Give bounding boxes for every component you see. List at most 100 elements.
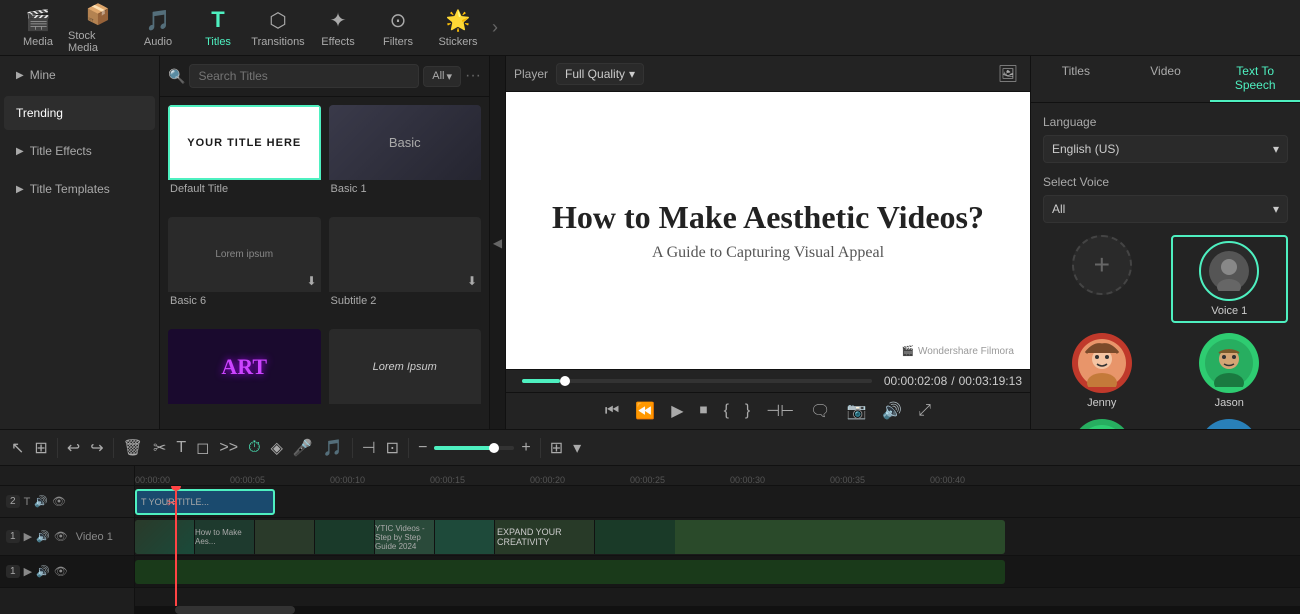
- tl-mask-btn[interactable]: ◈: [268, 435, 286, 461]
- sidebar-item-title-effects[interactable]: ▶ Title Effects: [4, 134, 155, 168]
- play-btn[interactable]: ▶: [667, 397, 687, 425]
- title-card-lorem[interactable]: Lorem Ipsum: [329, 329, 482, 421]
- toolbar-item-filters[interactable]: ⊙ Filters: [368, 3, 428, 53]
- quality-selector[interactable]: Full Quality ▾: [556, 63, 644, 85]
- voice-filter-chevron-icon: ▾: [1273, 202, 1279, 216]
- tl-undo-btn[interactable]: ↩: [64, 435, 83, 461]
- title-card-basic1[interactable]: Basic Basic 1: [329, 105, 482, 209]
- title-card-basic6[interactable]: Lorem ipsum ⬇ Basic 6: [168, 217, 321, 321]
- panel-collapse-btn[interactable]: ◀: [490, 56, 506, 429]
- tl-clip-btn[interactable]: ◻: [193, 435, 212, 461]
- zoom-slider[interactable]: [434, 446, 514, 450]
- toolbar-expand-btn[interactable]: ›: [492, 17, 498, 38]
- waveform-svg: // Generate waveform bars for(let i=0; i…: [135, 560, 1005, 584]
- tl-scissors-btn[interactable]: ✂: [150, 435, 169, 461]
- tl-cursor-btn[interactable]: ↖: [8, 435, 27, 461]
- fullscreen-btn[interactable]: ⤢: [914, 398, 935, 424]
- select-voice-label: Select Voice: [1043, 175, 1288, 189]
- v3-face-svg: [1078, 425, 1126, 429]
- lorem-label: [329, 404, 482, 410]
- voice-card-v3[interactable]: [1043, 419, 1161, 429]
- jason-avatar: [1199, 333, 1259, 393]
- voice-card-jenny[interactable]: Jenny: [1043, 333, 1161, 409]
- tab-video[interactable]: Video: [1121, 56, 1211, 102]
- track-visibility-btn[interactable]: 👁: [52, 495, 66, 508]
- tl-mic-btn[interactable]: 🎤: [290, 435, 316, 461]
- filter-dropdown[interactable]: All ▾: [423, 66, 461, 87]
- right-content: Language English (US) ▾ Select Voice All…: [1031, 103, 1300, 429]
- tl-speed-btn[interactable]: ⏱: [245, 436, 263, 460]
- toolbar-item-stock-media[interactable]: 📦 Stock Media: [68, 3, 128, 53]
- tl-audio-btn[interactable]: 🎵: [320, 435, 346, 461]
- video-track-label: Video 1: [76, 531, 113, 543]
- split-btn[interactable]: ⊣⊢: [762, 397, 798, 425]
- voice-card-voice1[interactable]: Voice 1: [1171, 235, 1289, 323]
- toolbar-item-stickers[interactable]: 🌟 Stickers: [428, 3, 488, 53]
- main-area: ▶ Mine Trending ▶ Title Effects ▶ Title …: [0, 56, 1300, 429]
- playhead[interactable]: [175, 486, 177, 606]
- voice-card-v4[interactable]: [1171, 419, 1289, 429]
- audio-play-btn[interactable]: ▶: [24, 565, 32, 578]
- mark-in-btn[interactable]: {: [720, 398, 733, 424]
- toolbar-item-audio[interactable]: 🎵 Audio: [128, 3, 188, 53]
- track-icon-btn[interactable]: T: [24, 496, 31, 508]
- tl-zoom-in-btn[interactable]: +: [518, 436, 533, 460]
- preview-area: Player Full Quality ▾ 🖼 How to Make Aest…: [506, 56, 1030, 429]
- tl-delete-btn[interactable]: 🗑: [120, 435, 146, 461]
- more-options-btn[interactable]: ···: [465, 67, 481, 85]
- track-vol-btn[interactable]: 🔊: [36, 530, 50, 543]
- audio-vol-btn[interactable]: 🔊: [36, 565, 50, 578]
- tl-split-btn[interactable]: ⊣: [359, 435, 379, 461]
- track-vis-btn[interactable]: 👁: [54, 530, 68, 543]
- rewind-btn[interactable]: ⏮: [601, 398, 623, 424]
- toolbar-item-media[interactable]: 🎬 Media: [8, 3, 68, 53]
- jenny-face-svg: [1078, 339, 1126, 387]
- right-tabs: Titles Video Text To Speech: [1031, 56, 1300, 103]
- toolbar-item-titles[interactable]: T Titles: [188, 3, 248, 53]
- progress-bar[interactable]: [522, 379, 872, 383]
- video-clip[interactable]: How to Make Aes... YTIC Videos - Step by…: [135, 520, 1005, 554]
- timeline-scroll-thumb[interactable]: [175, 606, 295, 614]
- tl-pip-btn[interactable]: ⊡: [383, 435, 402, 461]
- sidebar-item-trending[interactable]: Trending: [4, 96, 155, 130]
- tl-more-btn[interactable]: ▾: [570, 435, 584, 461]
- timeline-scrollbar[interactable]: [135, 606, 1300, 614]
- basic1-label: Basic 1: [329, 180, 482, 198]
- search-input[interactable]: [189, 64, 419, 88]
- tl-zoom-out-btn[interactable]: −: [415, 436, 430, 460]
- tab-titles[interactable]: Titles: [1031, 56, 1121, 102]
- subtitle-btn[interactable]: 🗨: [806, 397, 834, 425]
- language-dropdown[interactable]: English (US) ▾: [1043, 135, 1288, 163]
- tab-text-to-speech[interactable]: Text To Speech: [1210, 56, 1300, 102]
- voice-card-jason[interactable]: Jason: [1171, 333, 1289, 409]
- title-clip[interactable]: ✂ T YOUR TITLE...: [135, 489, 275, 515]
- screenshot-btn[interactable]: 📷: [842, 397, 870, 425]
- mark-out-btn[interactable]: }: [741, 398, 754, 424]
- title-card-subtitle2[interactable]: ⬇ Subtitle 2: [329, 217, 482, 321]
- transitions-icon: ⬡: [269, 8, 286, 33]
- toolbar-item-effects[interactable]: ✦ Effects: [308, 3, 368, 53]
- audio-vis-btn[interactable]: 👁: [54, 565, 68, 578]
- volume-btn[interactable]: 🔊: [878, 397, 906, 425]
- art-text: ART: [221, 354, 267, 380]
- frame-back-btn[interactable]: ⏪: [631, 397, 659, 425]
- title-card-default-title[interactable]: YOUR TITLE HERE Default Title: [168, 105, 321, 209]
- track-play-btn[interactable]: ▶: [24, 530, 32, 543]
- track-audio-btn[interactable]: 🔊: [34, 495, 48, 508]
- tl-redo-btn[interactable]: ↪: [87, 435, 106, 461]
- voice-filter-dropdown[interactable]: All ▾: [1043, 195, 1288, 223]
- sidebar-item-title-templates[interactable]: ▶ Title Templates: [4, 172, 155, 206]
- preview-image-btn[interactable]: 🖼: [994, 62, 1022, 86]
- sidebar-item-mine[interactable]: ▶ Mine: [4, 58, 155, 92]
- zoom-thumb: [489, 443, 499, 453]
- stop-btn[interactable]: ⏹: [696, 398, 712, 424]
- voice-card-add[interactable]: +: [1043, 235, 1161, 323]
- add-voice-btn[interactable]: +: [1072, 235, 1132, 295]
- ruler-mark-20: 00:00:20: [530, 475, 565, 485]
- title-card-art[interactable]: ART: [168, 329, 321, 421]
- tl-crop-btn[interactable]: ⊞: [31, 435, 50, 461]
- tl-text-btn[interactable]: T: [173, 436, 189, 460]
- tl-expand-btn[interactable]: >>: [216, 436, 241, 460]
- toolbar-item-transitions[interactable]: ⬡ Transitions: [248, 3, 308, 53]
- tl-grid-btn[interactable]: ⊞: [547, 435, 566, 461]
